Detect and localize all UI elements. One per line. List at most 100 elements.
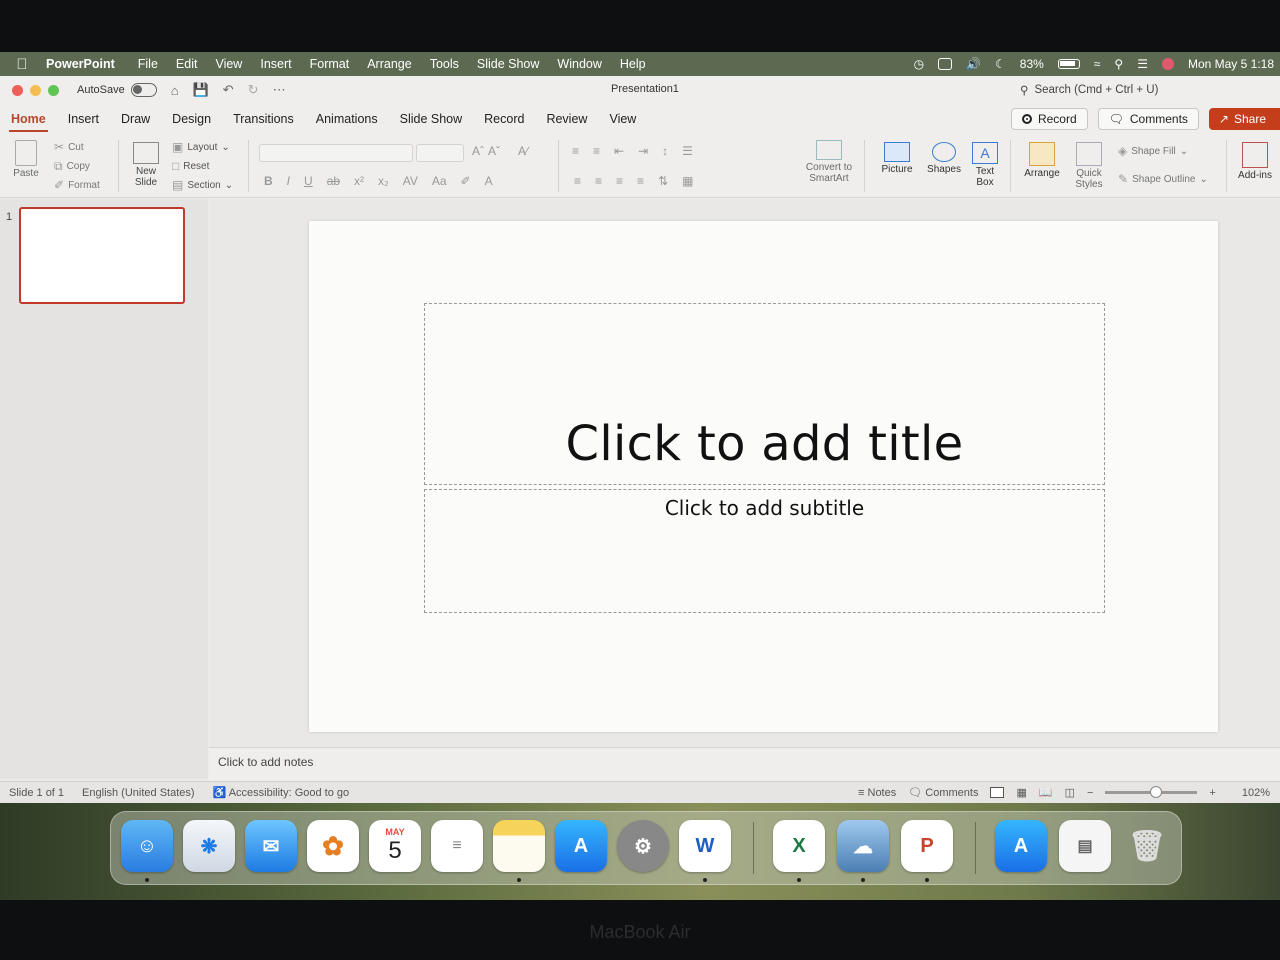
convert-to-smartart-button[interactable]: Convert to SmartArt bbox=[800, 140, 858, 184]
battery-icon[interactable] bbox=[1057, 59, 1080, 69]
undo-icon[interactable]: ↶ bbox=[223, 82, 234, 98]
siri-icon[interactable] bbox=[1161, 58, 1174, 70]
arrange-button[interactable]: Arrange bbox=[1018, 142, 1066, 179]
copy-button[interactable]: ⧉ Copy bbox=[54, 159, 90, 174]
app-menu-powerpoint[interactable]: PowerPoint bbox=[44, 57, 129, 71]
control-center-icon[interactable]: ☰ bbox=[1137, 57, 1148, 71]
cut-button[interactable]: ✂ Cut bbox=[54, 140, 84, 154]
powerpoint-icon[interactable]: P bbox=[901, 820, 953, 872]
numbering-icon[interactable]: ≡ bbox=[593, 144, 600, 158]
title-placeholder[interactable]: Click to add title bbox=[424, 303, 1105, 485]
record-button[interactable]: Record bbox=[1010, 108, 1088, 130]
share-button[interactable]: ↗ Share bbox=[1208, 108, 1280, 130]
save-icon[interactable]: 💾 bbox=[193, 82, 209, 98]
excel-icon[interactable]: X bbox=[773, 820, 825, 872]
add-ins-button[interactable]: Add-ins bbox=[1234, 142, 1276, 181]
tab-draw[interactable]: Draw bbox=[110, 104, 161, 134]
decrease-indent-icon[interactable]: ⇤ bbox=[614, 144, 624, 158]
align-right-icon[interactable]: ≡ bbox=[616, 174, 623, 188]
justify-icon[interactable]: ≡ bbox=[637, 174, 644, 188]
volume-icon[interactable]: 🔊 bbox=[966, 57, 981, 71]
wifi-icon[interactable]: ≈ bbox=[1094, 57, 1101, 71]
paste-button[interactable]: Paste bbox=[8, 140, 44, 179]
app-store-folder-icon[interactable]: A bbox=[995, 820, 1047, 872]
accessibility-status[interactable]: ♿ Accessibility: Good to go bbox=[204, 786, 359, 799]
system-settings-icon[interactable]: ⚙ bbox=[617, 820, 669, 872]
documents-stack-icon[interactable]: ▤ bbox=[1059, 820, 1111, 872]
notes-app-icon[interactable] bbox=[493, 820, 545, 872]
presenter-view-icon[interactable]: ◫ bbox=[1065, 786, 1075, 799]
finder-icon[interactable]: ☺ bbox=[121, 820, 173, 872]
preview-icon[interactable]: ☁ bbox=[837, 820, 889, 872]
trash-icon[interactable]: 🗑 bbox=[1121, 820, 1173, 872]
shapes-button[interactable]: Shapes bbox=[922, 142, 966, 175]
line-spacing-icon[interactable]: ↕ bbox=[662, 144, 668, 158]
bullets-icon[interactable]: ≡ bbox=[572, 144, 579, 158]
display-icon[interactable] bbox=[938, 58, 953, 70]
menu-insert[interactable]: Insert bbox=[251, 57, 300, 71]
picture-button[interactable]: Picture bbox=[874, 142, 920, 175]
zoom-slider[interactable] bbox=[1105, 786, 1198, 798]
reading-view-icon[interactable]: 📖 bbox=[1039, 786, 1053, 799]
font-name-select[interactable] bbox=[259, 144, 413, 162]
menu-tools[interactable]: Tools bbox=[421, 57, 468, 71]
underline-icon[interactable]: U bbox=[304, 174, 313, 188]
zoom-in-button[interactable]: + bbox=[1209, 787, 1215, 799]
menu-bar-clock[interactable]: Mon May 5 1:18 bbox=[1188, 57, 1274, 71]
strikethrough-icon[interactable]: ab bbox=[327, 174, 340, 188]
slide[interactable]: Click to add title Click to add subtitle bbox=[309, 221, 1218, 732]
mail-icon[interactable]: ✉ bbox=[245, 820, 297, 872]
minimize-window-button[interactable] bbox=[30, 84, 41, 96]
tab-transitions[interactable]: Transitions bbox=[222, 104, 305, 134]
time-machine-icon[interactable]: ◷ bbox=[914, 57, 924, 71]
normal-view-icon[interactable] bbox=[990, 787, 1005, 798]
tab-slide-show[interactable]: Slide Show bbox=[389, 104, 474, 134]
zoom-out-button[interactable]: − bbox=[1087, 787, 1093, 799]
zoom-level[interactable]: 102% bbox=[1242, 787, 1270, 799]
shape-outline-button[interactable]: ✎ Shape Outline ⌄ bbox=[1118, 172, 1208, 186]
zoom-slider-knob[interactable] bbox=[1150, 786, 1163, 798]
increase-indent-icon[interactable]: ⇥ bbox=[638, 144, 648, 158]
text-direction-icon[interactable]: ⇅ bbox=[658, 174, 668, 188]
menu-file[interactable]: File bbox=[129, 57, 167, 71]
tab-animations[interactable]: Animations bbox=[305, 104, 389, 134]
clear-formatting-icon[interactable]: A∕ bbox=[518, 144, 528, 158]
zoom-window-button[interactable] bbox=[48, 84, 59, 96]
italic-icon[interactable]: I bbox=[287, 174, 290, 188]
home-icon[interactable]: ⌂ bbox=[171, 83, 179, 98]
section-button[interactable]: ▤ Section ⌄ bbox=[172, 178, 233, 192]
font-color-icon[interactable]: A bbox=[485, 174, 493, 188]
spotlight-search-icon[interactable]: ⚲ bbox=[1114, 57, 1123, 71]
increase-font-icon[interactable]: Aˆ bbox=[472, 144, 484, 158]
safari-icon[interactable]: ❋ bbox=[183, 820, 235, 872]
highlight-icon[interactable]: ✐ bbox=[461, 174, 471, 188]
shape-fill-button[interactable]: ◈ Shape Fill ⌄ bbox=[1118, 144, 1188, 158]
app-store-icon[interactable]: A bbox=[555, 820, 607, 872]
text-box-button[interactable]: A Text Box bbox=[966, 142, 1004, 188]
quick-styles-button[interactable]: Quick Styles bbox=[1068, 142, 1110, 190]
new-slide-button[interactable]: New Slide bbox=[126, 142, 166, 188]
calendar-icon[interactable]: MAY 5 bbox=[369, 820, 421, 872]
align-text-icon[interactable]: ▦ bbox=[682, 174, 693, 188]
search-field[interactable]: ⚲ Search (Cmd + Ctrl + U) bbox=[1020, 81, 1280, 99]
reset-button[interactable]: □ Reset bbox=[172, 159, 209, 173]
slide-thumbnail[interactable] bbox=[19, 207, 185, 304]
format-painter-button[interactable]: ✐ Format bbox=[54, 178, 100, 192]
tab-home[interactable]: Home bbox=[0, 104, 57, 134]
menu-slide-show[interactable]: Slide Show bbox=[468, 57, 549, 71]
decrease-font-icon[interactable]: Aˇ bbox=[488, 144, 500, 158]
bold-icon[interactable]: B bbox=[264, 174, 273, 188]
menu-view[interactable]: View bbox=[206, 57, 251, 71]
menu-help[interactable]: Help bbox=[611, 57, 655, 71]
apple-menu-icon[interactable]:  bbox=[0, 56, 44, 73]
redo-icon[interactable]: ↻ bbox=[248, 82, 259, 98]
character-spacing-icon[interactable]: AV bbox=[403, 174, 418, 188]
align-left-icon[interactable]: ≡ bbox=[574, 174, 581, 188]
change-case-icon[interactable]: Aa bbox=[432, 174, 447, 188]
superscript-icon[interactable]: x² bbox=[354, 174, 364, 188]
slide-sorter-view-icon[interactable]: ▦ bbox=[1016, 786, 1026, 799]
tab-view[interactable]: View bbox=[598, 104, 647, 134]
language-indicator[interactable]: English (United States) bbox=[73, 787, 204, 799]
comments-button[interactable]: 🗨 Comments bbox=[1097, 108, 1199, 130]
photos-icon[interactable]: ✿ bbox=[307, 820, 359, 872]
